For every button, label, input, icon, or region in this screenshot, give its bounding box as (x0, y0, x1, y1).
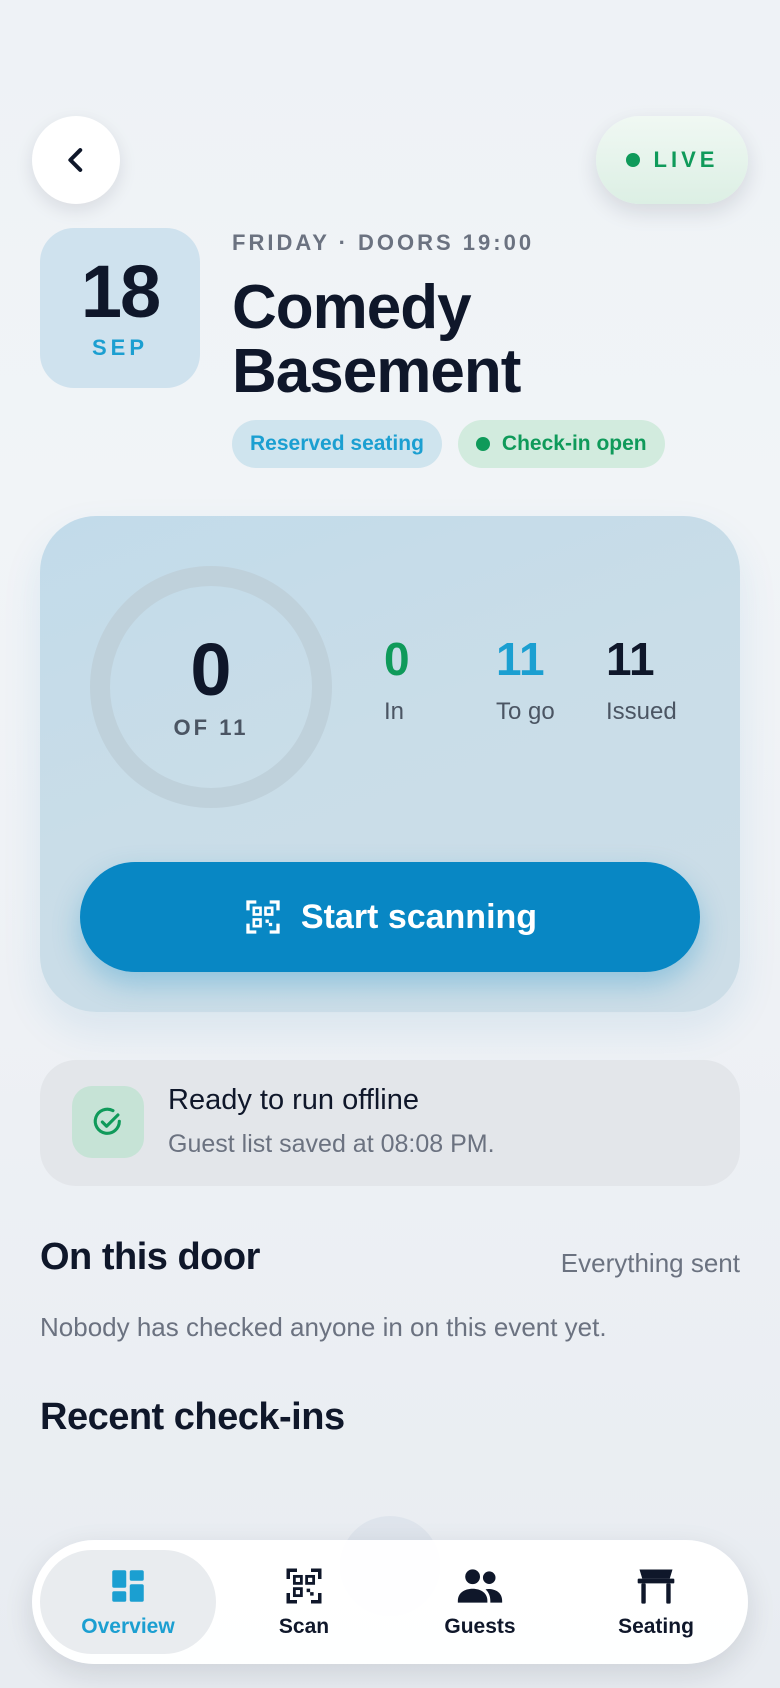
table-icon (637, 1569, 675, 1604)
tab-guests[interactable]: Guests (392, 1550, 568, 1654)
offline-subtitle: Guest list saved at 08:08 PM. (168, 1130, 495, 1158)
stat-in-value: 0 (384, 633, 410, 685)
stat-to-go: 11 To go (496, 634, 555, 726)
event-title: Comedy Basement (232, 273, 521, 406)
checked-in-count: 0 (190, 628, 232, 711)
stat-to-go-value: 11 (496, 633, 545, 685)
tab-seating[interactable]: Seating (568, 1550, 744, 1654)
tab-label: Seating (618, 1615, 694, 1638)
door-section-title: On this door (40, 1236, 260, 1278)
recent-checkins-title: Recent check-ins (40, 1396, 345, 1438)
back-button[interactable] (32, 116, 120, 204)
tab-label: Guests (444, 1615, 516, 1638)
checked-in-total: OF 11 (173, 715, 249, 740)
stat-issued-value: 11 (606, 633, 655, 685)
group-icon (457, 1569, 503, 1603)
event-date-day: 18 (80, 250, 161, 333)
bottom-tab-bar: Overview Scan Guests Seating (32, 1540, 748, 1664)
stat-issued-label: Issued (606, 698, 677, 725)
live-label: LIVE (653, 147, 719, 172)
start-scanning-button[interactable]: Start scanning (80, 862, 700, 972)
tab-label: Scan (278, 1615, 330, 1638)
offline-title: Ready to run offline (168, 1084, 419, 1116)
progress-ring: 0 OF 11 (90, 566, 332, 808)
live-dot (625, 153, 640, 167)
stat-in: 0 In (384, 634, 410, 726)
event-tags: Reserved seating Check-in open (232, 420, 665, 468)
qr-scan-icon (246, 900, 280, 934)
door-sync-status: Everything sent (560, 1248, 740, 1278)
stat-in-label: In (384, 698, 405, 725)
qr-code-icon (286, 1568, 322, 1604)
tab-scan[interactable]: Scan (216, 1550, 392, 1654)
tag-check-in-open: Check-in open (457, 420, 665, 468)
tag-reserved-seating: Reserved seating (232, 420, 442, 468)
tag-label: Check-in open (501, 432, 647, 455)
dashboard-icon (112, 1570, 144, 1602)
chevron-left-icon (68, 148, 83, 172)
door-empty-message: Nobody has checked anyone in on this eve… (40, 1312, 607, 1342)
check-circle-icon (72, 1086, 144, 1158)
start-scanning-label: Start scanning (300, 897, 538, 936)
event-date-month: SEP (91, 335, 149, 360)
event-date-tile: 18 SEP (40, 228, 200, 388)
live-status-badge: LIVE (596, 116, 748, 204)
tag-label: Reserved seating (250, 432, 424, 455)
status-dot (475, 437, 490, 451)
stat-to-go-label: To go (496, 698, 555, 725)
event-meta: FRIDAY · DOORS 19:00 (232, 230, 535, 255)
offline-status-card: Ready to run offline Guest list saved at… (40, 1060, 740, 1186)
stat-issued: 11 Issued (606, 634, 677, 726)
check-in-stats-card: 0 OF 11 0 In 11 To go 11 Issued Start sc… (40, 516, 740, 1012)
tab-overview[interactable]: Overview (40, 1550, 216, 1654)
tab-label: Overview (81, 1615, 175, 1638)
